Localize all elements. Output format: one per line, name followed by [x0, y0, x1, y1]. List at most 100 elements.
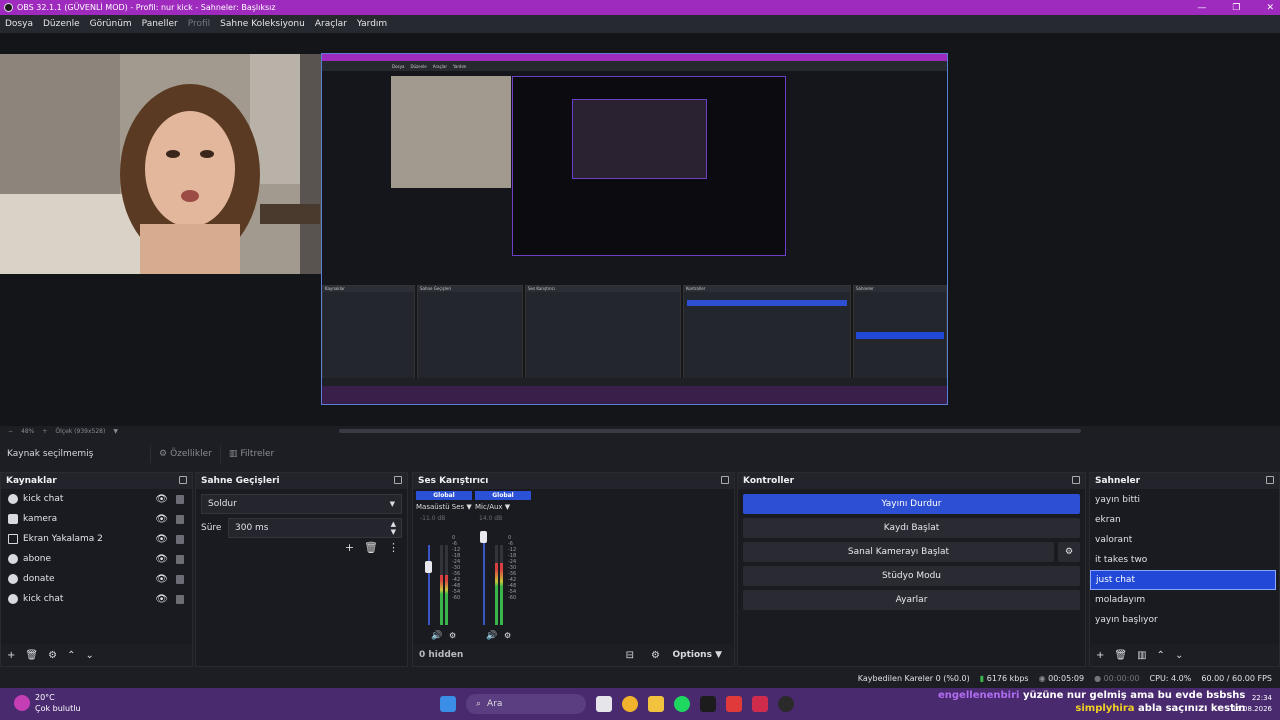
scene-item[interactable]: yayın başlıyor [1090, 610, 1279, 630]
chrome-icon[interactable] [622, 696, 638, 712]
source-properties-icon[interactable]: ⚙ [48, 650, 57, 661]
source-item[interactable]: kamera 👁 [1, 509, 192, 529]
scene-item-selected[interactable]: just chat [1090, 570, 1276, 590]
remove-source-icon[interactable]: 🗑 [25, 650, 38, 661]
menu-view[interactable]: Görünüm [90, 19, 132, 29]
properties-button[interactable]: ⚙ Özellikler [150, 445, 220, 463]
source-item[interactable]: kick chat 👁 [1, 589, 192, 609]
file-explorer-icon[interactable] [648, 696, 664, 712]
weather-widget[interactable]: 20°C Çok bulutlu [14, 692, 81, 714]
visibility-eye-icon[interactable]: 👁 [155, 514, 168, 525]
lock-icon[interactable] [176, 554, 184, 564]
speaker-icon[interactable]: 🔊 [486, 631, 497, 641]
scene-item[interactable]: it takes two [1090, 550, 1279, 570]
stepper-icon[interactable]: ▲ ▼ [391, 520, 396, 536]
settings-button[interactable]: Ayarlar [743, 590, 1080, 610]
lock-icon[interactable] [176, 514, 184, 524]
close-icon[interactable]: ✕ [1266, 3, 1274, 13]
undock-icon[interactable] [721, 476, 729, 484]
transition-select[interactable]: Soldur ▼ [201, 494, 402, 514]
virtual-camera-settings-icon[interactable]: ⚙ [1058, 542, 1080, 562]
scene-item[interactable]: ekran [1090, 510, 1279, 530]
scene-item[interactable]: yayın bitti [1090, 490, 1279, 510]
visibility-eye-icon[interactable]: 👁 [155, 534, 168, 545]
task-view-icon[interactable] [596, 696, 612, 712]
zoom-in-button[interactable]: + [42, 428, 47, 435]
scene-filters-icon[interactable]: ▥ [1137, 650, 1146, 661]
lock-icon[interactable] [176, 494, 184, 504]
weather-icon [14, 695, 30, 711]
menu-tools[interactable]: Araçlar [315, 19, 347, 29]
source-item[interactable]: abone 👁 [1, 549, 192, 569]
channel-name[interactable]: Masaüstü Ses ▼ [416, 503, 472, 511]
lock-icon[interactable] [176, 594, 184, 604]
menu-file[interactable]: Dosya [5, 19, 33, 29]
start-menu-icon[interactable] [440, 696, 456, 712]
menu-edit[interactable]: Düzenle [43, 19, 80, 29]
lock-icon[interactable] [176, 534, 184, 544]
scene-item[interactable]: valorant [1090, 530, 1279, 550]
volume-slider[interactable] [483, 539, 485, 625]
visibility-eye-icon[interactable]: 👁 [155, 554, 168, 565]
studio-mode-button[interactable]: Stüdyo Modu [743, 566, 1080, 586]
visibility-eye-icon[interactable]: 👁 [155, 494, 168, 505]
scale-dropdown-icon[interactable]: ▼ [113, 428, 118, 435]
menu-scene-collection[interactable]: Sahne Koleksiyonu [220, 19, 305, 29]
minimize-icon[interactable]: — [1197, 3, 1206, 13]
options-button[interactable]: Options ▼ [673, 650, 723, 660]
speaker-icon[interactable]: 🔊 [431, 631, 442, 641]
undock-icon[interactable] [1266, 476, 1274, 484]
menu-docks[interactable]: Paneller [142, 19, 178, 29]
layout-icon[interactable]: ⊟ [626, 650, 634, 661]
terminal-icon[interactable] [700, 696, 716, 712]
settings-icon[interactable]: ⚙ [504, 631, 511, 640]
cpu-usage: CPU: 4.0% [1149, 673, 1192, 683]
source-label: kick chat [23, 494, 64, 504]
obs-taskbar-icon[interactable] [778, 696, 794, 712]
duration-field[interactable]: 300 ms ▲ ▼ [228, 518, 402, 538]
add-source-icon[interactable]: + [7, 650, 15, 661]
channel-name[interactable]: Mic/Aux ▼ [475, 503, 531, 511]
chevron-down-icon: ▼ [389, 500, 395, 508]
move-down-icon[interactable]: ⌄ [1175, 650, 1183, 661]
maximize-icon[interactable]: ❐ [1232, 3, 1240, 13]
preview-canvas[interactable]: Dosya Düzenle Araçlar Yardım Kaynaklar Sahn… [0, 33, 1280, 426]
mixer-settings-icon[interactable]: ⚙ [651, 650, 660, 661]
source-item[interactable]: donate 👁 [1, 569, 192, 589]
undock-icon[interactable] [394, 476, 402, 484]
start-recording-button[interactable]: Kaydı Başlat [743, 518, 1080, 538]
remove-scene-icon[interactable]: 🗑 [1114, 650, 1127, 661]
system-clock[interactable]: 22:34 16.08.2026 [1232, 693, 1272, 715]
chat-message: abla saçınızı kestin [1138, 703, 1246, 714]
undock-icon[interactable] [179, 476, 187, 484]
start-virtual-camera-button[interactable]: Sanal Kamerayı Başlat [743, 542, 1054, 562]
source-item[interactable]: Ekran Yakalama 2 👁 [1, 529, 192, 549]
move-down-icon[interactable]: ⌄ [85, 650, 93, 661]
settings-icon[interactable]: ⚙ [449, 631, 456, 640]
menu-help[interactable]: Yardım [357, 19, 387, 29]
remove-transition-icon[interactable]: 🗑 [364, 541, 378, 554]
volume-knob[interactable] [425, 561, 432, 573]
stop-streaming-button[interactable]: Yayını Durdur [743, 494, 1080, 514]
move-up-icon[interactable]: ⌃ [67, 650, 75, 661]
source-item[interactable]: kick chat 👁 [1, 489, 192, 509]
move-up-icon[interactable]: ⌃ [1157, 650, 1165, 661]
lock-icon[interactable] [176, 574, 184, 584]
valorant-icon[interactable] [752, 696, 768, 712]
add-transition-icon[interactable]: + [345, 541, 354, 554]
visibility-eye-icon[interactable]: 👁 [155, 594, 168, 605]
volume-knob[interactable] [480, 531, 487, 543]
volume-slider[interactable] [428, 545, 430, 625]
visibility-eye-icon[interactable]: 👁 [155, 574, 168, 585]
preview-horizontal-scrollbar[interactable] [339, 429, 1081, 433]
app-icon[interactable] [726, 696, 742, 712]
filters-button[interactable]: ▥ Filtreler [219, 445, 282, 463]
menu-profile[interactable]: Profil [188, 19, 210, 29]
taskbar-search[interactable]: ⌕ Ara [466, 694, 586, 714]
more-options-icon[interactable]: ⋮ [388, 541, 399, 554]
undock-icon[interactable] [1072, 476, 1080, 484]
add-scene-icon[interactable]: + [1096, 650, 1104, 661]
scene-item[interactable]: moladayım [1090, 590, 1279, 610]
spotify-icon[interactable] [674, 696, 690, 712]
zoom-out-button[interactable]: − [8, 428, 13, 435]
